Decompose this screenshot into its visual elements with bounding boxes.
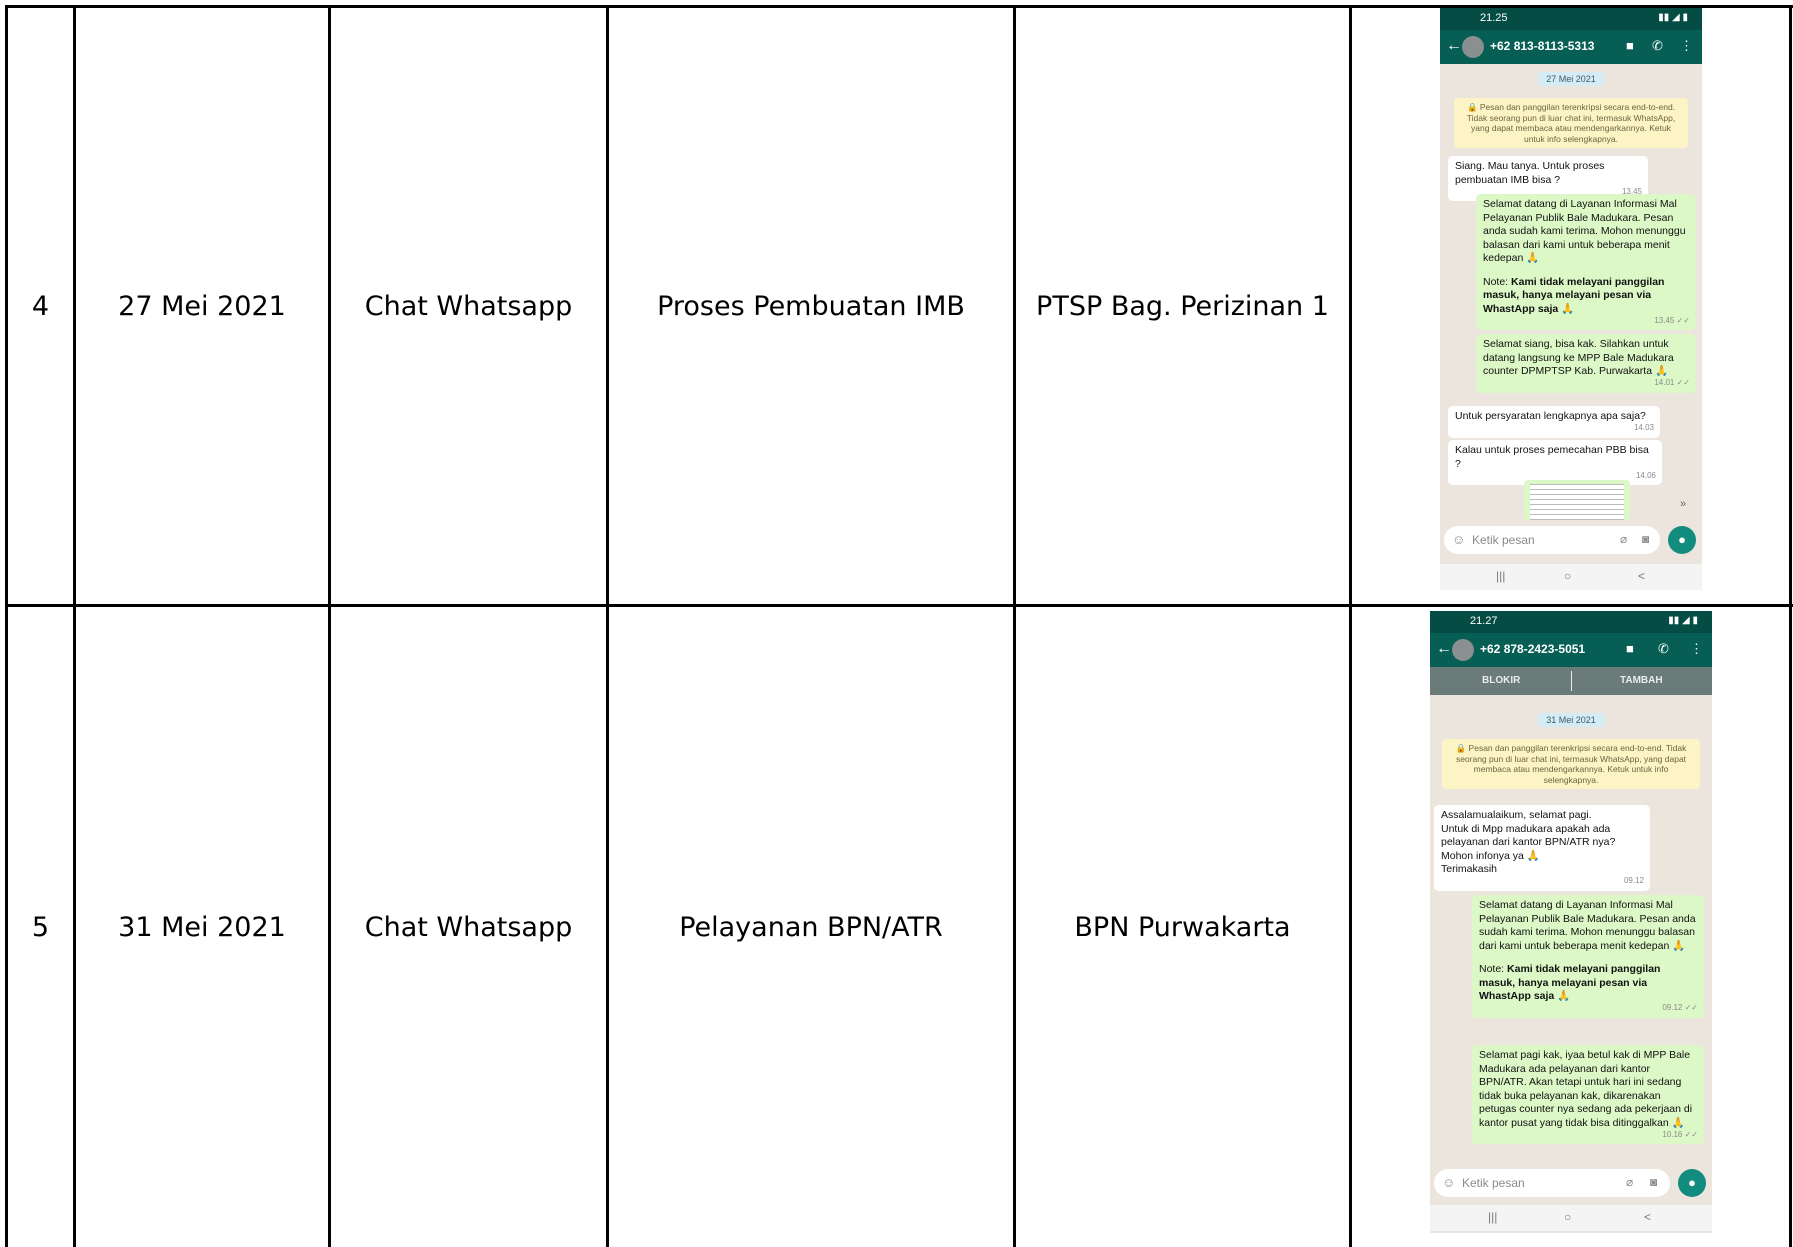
incoming-message: Untuk persyaratan lengkapnya apa saja? 1… bbox=[1448, 406, 1660, 438]
contact-number: +62 878-2423-5051 bbox=[1480, 642, 1586, 656]
message-text: Siang. Mau tanya. Untuk proses pembuatan… bbox=[1455, 160, 1605, 186]
note-bold: Kami tidak melayani panggilan masuk, han… bbox=[1483, 275, 1665, 315]
recent-apps-icon: ||| bbox=[1496, 569, 1506, 583]
chat-header: ← +62 813-8113-5313 ■ ✆ ⋮ bbox=[1440, 30, 1702, 64]
chat-header: ← +62 878-2423-5051 ■ ✆ ⋮ bbox=[1430, 633, 1712, 667]
message-compose-field: ☺ Ketik pesan ⌀ ◙ bbox=[1444, 526, 1660, 554]
handler-cell: BPN Purwakarta bbox=[1074, 911, 1291, 943]
note-prefix: Note: bbox=[1479, 963, 1508, 975]
signal-battery-icon: ▮▮ ◢ ▮ bbox=[1668, 615, 1698, 626]
col-divider bbox=[1789, 5, 1792, 1247]
message-compose-field: ☺ Ketik pesan ⌀ ◙ bbox=[1434, 1169, 1670, 1197]
message-text: Selamat siang, bisa kak. Silahkan untuk … bbox=[1483, 338, 1674, 377]
whatsapp-screenshot: 21.25 ▮▮ ◢ ▮ ← +62 813-8113-5313 ■ ✆ ⋮ 2… bbox=[1440, 8, 1702, 590]
signal-battery-icon: ▮▮ ◢ ▮ bbox=[1658, 12, 1688, 23]
date-chip: 31 Mei 2021 bbox=[1538, 713, 1604, 727]
message-note: Note: Kami tidak melayani panggilan masu… bbox=[1479, 963, 1697, 1004]
message-time: 09.12 ✓✓ bbox=[1662, 1003, 1698, 1012]
row-number: 5 bbox=[31, 911, 50, 943]
emoji-icon: ☺ bbox=[1442, 1175, 1456, 1190]
message-text: Selamat datang di Layanan Informasi Mal … bbox=[1483, 198, 1686, 264]
message-time: 09.12 bbox=[1623, 876, 1644, 885]
recent-apps-icon: ||| bbox=[1488, 1210, 1498, 1224]
message-time: 13.45 ✓✓ bbox=[1654, 315, 1690, 325]
document-page bbox=[1530, 484, 1624, 520]
date-cell: 27 Mei 2021 bbox=[118, 290, 286, 322]
status-bar: 21.27 ▮▮ ◢ ▮ bbox=[1430, 611, 1712, 633]
incoming-message: Assalamualaikum, selamat pagi. Untuk di … bbox=[1434, 805, 1650, 891]
avatar bbox=[1462, 36, 1484, 58]
video-call-icon: ■ bbox=[1626, 641, 1634, 656]
emoji-icon: ☺ bbox=[1452, 532, 1466, 547]
subject-cell: Proses Pembuatan IMB bbox=[657, 290, 965, 322]
message-time: 14.06 bbox=[1635, 470, 1656, 480]
message-text: Untuk persyaratan lengkapnya apa saja? bbox=[1455, 410, 1646, 422]
incoming-message: Kalau untuk proses pemecahan PBB bisa ? … bbox=[1448, 440, 1662, 485]
message-text: Selamat pagi kak, iyaa betul kak di MPP … bbox=[1479, 1049, 1693, 1129]
encryption-notice: 🔒 Pesan dan panggilan terenkripsi secara… bbox=[1454, 98, 1688, 148]
status-bar: 21.25 ▮▮ ◢ ▮ bbox=[1440, 8, 1702, 30]
microphone-icon: ● bbox=[1678, 1169, 1706, 1197]
message-time: 14.01 ✓✓ bbox=[1654, 378, 1690, 387]
block-add-bar: BLOKIR TAMBAH bbox=[1430, 667, 1712, 695]
android-navigation-bar: ||| ○ < bbox=[1440, 564, 1702, 590]
back-arrow-icon: ← bbox=[1436, 640, 1452, 657]
message-note: Note: Kami tidak melayani panggilan masu… bbox=[1483, 276, 1689, 317]
channel-cell: Chat Whatsapp bbox=[364, 290, 573, 322]
back-arrow-icon: ← bbox=[1446, 37, 1462, 54]
status-time: 21.25 bbox=[1480, 12, 1508, 24]
add-contact-button: TAMBAH bbox=[1620, 675, 1663, 686]
home-icon: ○ bbox=[1564, 1210, 1572, 1224]
back-nav-icon: < bbox=[1638, 569, 1646, 583]
attach-icon: ⌀ bbox=[1626, 1175, 1634, 1189]
message-text: Kalau untuk proses pemecahan PBB bisa ? bbox=[1455, 444, 1649, 470]
date-cell: 31 Mei 2021 bbox=[118, 911, 286, 943]
phone-call-icon: ✆ bbox=[1652, 38, 1663, 53]
attach-icon: ⌀ bbox=[1620, 532, 1628, 546]
document-thumbnail bbox=[1524, 480, 1630, 520]
outgoing-message: Selamat datang di Layanan Informasi Mal … bbox=[1476, 194, 1696, 330]
subject-cell: Pelayanan BPN/ATR bbox=[679, 911, 943, 943]
note-prefix: Note: bbox=[1483, 275, 1512, 288]
outgoing-message: Selamat datang di Layanan Informasi Mal … bbox=[1472, 895, 1704, 1018]
microphone-icon: ● bbox=[1668, 526, 1696, 554]
camera-icon: ◙ bbox=[1642, 532, 1650, 546]
row-number: 4 bbox=[31, 290, 50, 322]
bar-divider bbox=[1571, 671, 1572, 691]
date-chip: 27 Mei 2021 bbox=[1538, 72, 1604, 86]
more-options-icon: ⋮ bbox=[1680, 38, 1693, 53]
compose-placeholder: Ketik pesan bbox=[1472, 533, 1535, 547]
handler-cell: PTSP Bag. Perizinan 1 bbox=[1036, 290, 1329, 322]
android-navigation-bar: ||| ○ < bbox=[1430, 1205, 1712, 1231]
phone-call-icon: ✆ bbox=[1658, 641, 1669, 656]
message-time: 14.03 bbox=[1633, 423, 1654, 432]
whatsapp-screenshot: 21.27 ▮▮ ◢ ▮ ← +62 878-2423-5051 ■ ✆ ⋮ B… bbox=[1430, 611, 1712, 1233]
channel-cell: Chat Whatsapp bbox=[364, 911, 573, 943]
message-text: Selamat datang di Layanan Informasi Mal … bbox=[1479, 899, 1696, 952]
compose-placeholder: Ketik pesan bbox=[1462, 1176, 1525, 1190]
status-time: 21.27 bbox=[1470, 615, 1498, 627]
message-text: Assalamualaikum, selamat pagi. Untuk di … bbox=[1441, 809, 1616, 875]
more-options-icon: ⋮ bbox=[1690, 641, 1703, 656]
home-icon: ○ bbox=[1564, 569, 1572, 583]
back-nav-icon: < bbox=[1644, 1210, 1652, 1224]
encryption-notice: 🔒 Pesan dan panggilan terenkripsi secara… bbox=[1442, 739, 1700, 789]
col-divider bbox=[1349, 5, 1352, 1247]
outgoing-message: Selamat pagi kak, iyaa betul kak di MPP … bbox=[1472, 1045, 1704, 1144]
block-button: BLOKIR bbox=[1482, 675, 1521, 686]
camera-icon: ◙ bbox=[1650, 1175, 1658, 1189]
video-call-icon: ■ bbox=[1626, 38, 1634, 53]
scroll-down-icon: » bbox=[1680, 498, 1687, 510]
outgoing-message: Selamat siang, bisa kak. Silahkan untuk … bbox=[1476, 334, 1696, 393]
contact-number: +62 813-8113-5313 bbox=[1490, 39, 1595, 53]
message-time: 10.16 ✓✓ bbox=[1662, 1129, 1698, 1139]
avatar bbox=[1452, 639, 1474, 661]
note-bold: Kami tidak melayani panggilan masuk, han… bbox=[1479, 963, 1661, 1002]
